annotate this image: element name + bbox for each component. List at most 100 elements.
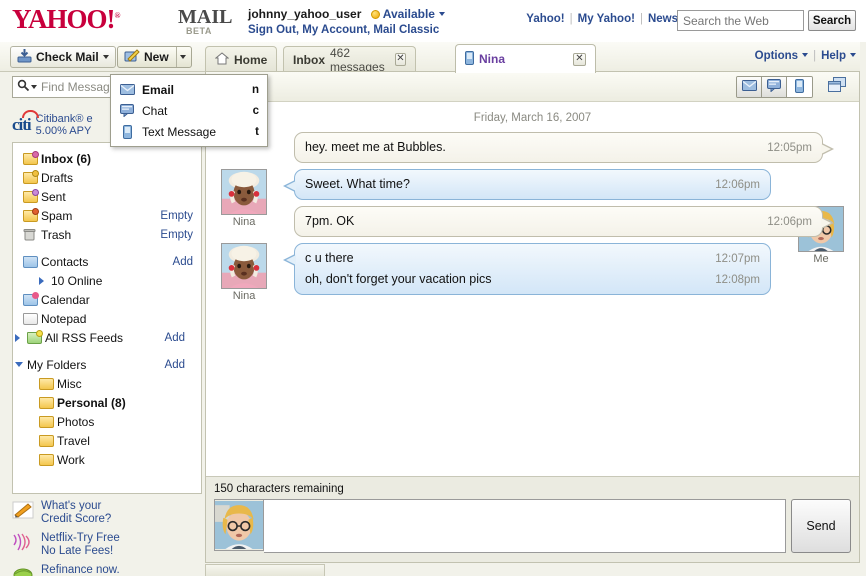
date-separator: Friday, March 16, 2007 (473, 112, 592, 124)
message-text: c u there (305, 251, 354, 265)
sidebar-item-photos[interactable]: Photos (13, 412, 201, 431)
yahoo-logo[interactable]: YAHOO!® (12, 6, 120, 33)
message-line: hey. meet me at Bubbles. 12:05pm (305, 138, 812, 157)
avatar-image (221, 243, 267, 289)
nav-divider: | (639, 13, 643, 25)
message-input[interactable] (264, 499, 786, 553)
account-links-label[interactable]: Sign Out, My Account, Mail Classic (248, 24, 439, 36)
sidebar-item-misc[interactable]: Misc (13, 374, 201, 393)
message-bubble-me: 7pm. OK 12:06pm (294, 206, 834, 237)
mode-chat-button[interactable] (762, 77, 787, 97)
collapse-arrow-icon[interactable] (15, 362, 27, 367)
web-search-input[interactable] (677, 10, 804, 31)
top-nav-links: Yahoo! | My Yahoo! | News (526, 13, 678, 25)
menu-item-text-message[interactable]: Text Message t (111, 121, 267, 142)
menu-item-text-message-label: Text Message (142, 124, 217, 139)
sidebar-item-notepad[interactable]: Notepad (13, 309, 201, 328)
sidebar-item-label: Trash (41, 227, 72, 242)
options-menu[interactable]: Options (755, 50, 798, 62)
expand-arrow-icon[interactable] (39, 276, 51, 285)
mode-email-button[interactable] (737, 77, 762, 97)
compose-pencil-icon (124, 48, 140, 66)
presence-menu[interactable]: Available (383, 7, 435, 21)
promo-line2[interactable]: No Late Fees! (41, 545, 113, 557)
sidebar-item-spam[interactable]: Spam Empty (13, 206, 201, 225)
check-mail-button[interactable]: Check Mail (10, 46, 116, 68)
promo-netflix[interactable]: Netflix-Try Free No Late Fees! (12, 532, 202, 558)
add-contact-link[interactable]: Add (173, 256, 193, 268)
nav-link-news[interactable]: News (648, 13, 678, 25)
citi-ad-line1: Citibank® e (35, 113, 93, 125)
sidebar-item-sent[interactable]: Sent (13, 187, 201, 206)
sidebar-item-online-buddies[interactable]: 10 Online (13, 271, 201, 290)
sidebar-item-label: Contacts (41, 254, 89, 269)
avatar-nina: Nina (218, 243, 270, 302)
tab-home[interactable]: Home (205, 46, 278, 72)
sidebar-item-drafts[interactable]: Drafts (13, 168, 201, 187)
chevron-down-icon[interactable] (102, 55, 109, 59)
message-row: Nina c u there 12:07pm oh, don't forget … (206, 243, 859, 302)
sidebar-item-label: Spam (41, 208, 73, 223)
tab-inbox-count: 462 messages (330, 45, 385, 74)
chevron-down-icon[interactable] (438, 12, 445, 16)
tab-nina[interactable]: Nina ✕ (455, 44, 596, 73)
sidebar-item-work[interactable]: Work (13, 450, 201, 469)
sidebar-item-trash[interactable]: Trash Empty (13, 225, 201, 244)
main-toolbar: Check Mail New (0, 42, 866, 72)
add-rss-link[interactable]: Add (165, 332, 185, 344)
empty-trash-link[interactable]: Empty (160, 229, 193, 241)
promo-refinance[interactable]: Refinance now. (12, 564, 202, 576)
tab-inbox-label: Inbox (293, 52, 325, 67)
bubble-tail-icon (283, 254, 296, 266)
sidebar-item-label: Travel (57, 433, 90, 448)
nav-link-my-yahoo[interactable]: My Yahoo! (578, 13, 635, 25)
spam-folder-icon (23, 207, 41, 222)
sidebar-item-contacts[interactable]: Contacts Add (13, 252, 201, 271)
promo-credit-score[interactable]: What's your Credit Score? (12, 500, 202, 526)
message-bubble-them: Sweet. What time? 12:06pm (283, 169, 771, 200)
message-composer: 150 characters remaining Send (206, 476, 859, 562)
sidebar-item-rss-feeds[interactable]: All RSS Feeds Add (13, 328, 201, 347)
chevron-down-icon[interactable] (802, 53, 809, 57)
leaf-icon (12, 564, 34, 576)
rss-icon (27, 329, 45, 344)
sidebar-item-inbox[interactable]: Inbox (6) (13, 149, 201, 168)
sidebar-item-my-folders[interactable]: My Folders Add (13, 355, 201, 374)
sidebar-item-calendar[interactable]: Calendar (13, 290, 201, 309)
menu-item-email[interactable]: Email n (111, 79, 267, 100)
new-button[interactable]: New (117, 46, 192, 68)
chat-bubble-icon (119, 104, 135, 117)
close-icon[interactable]: ✕ (573, 52, 586, 66)
help-menu[interactable]: Help (821, 50, 846, 62)
promo-line2[interactable]: Credit Score? (41, 513, 111, 525)
mode-text-message-button[interactable] (787, 77, 812, 97)
web-search-button[interactable]: Search (808, 10, 856, 31)
detach-window-button[interactable] (825, 76, 849, 96)
inbox-folder-icon (23, 150, 41, 165)
promo-line1[interactable]: What's your (41, 500, 101, 512)
sent-folder-icon (23, 188, 41, 203)
tab-inbox[interactable]: Inbox 462 messages ✕ (283, 45, 416, 74)
promo-line1[interactable]: Netflix-Try Free (41, 532, 120, 544)
add-folder-link[interactable]: Add (165, 359, 185, 371)
empty-spam-link[interactable]: Empty (160, 210, 193, 222)
beta-badge: BETA (186, 26, 212, 36)
chevron-down-icon[interactable] (850, 53, 856, 57)
new-dropdown-toggle[interactable] (175, 47, 190, 67)
menu-item-chat[interactable]: Chat c (111, 100, 267, 121)
chevron-down-icon[interactable] (31, 85, 37, 89)
nav-link-yahoo[interactable]: Yahoo! (526, 13, 564, 25)
drafts-folder-icon (23, 169, 41, 184)
expand-arrow-icon[interactable] (15, 333, 27, 342)
send-button[interactable]: Send (791, 499, 851, 553)
page-scroll-gutter[interactable] (860, 42, 866, 576)
sidebar-item-personal[interactable]: Personal (8) (13, 393, 201, 412)
sidebar-item-travel[interactable]: Travel (13, 431, 201, 450)
promo-line1[interactable]: Refinance now. (41, 564, 120, 576)
new-button-label: New (144, 50, 169, 64)
account-links[interactable]: Sign Out, My Account, Mail Classic (248, 24, 439, 36)
close-icon[interactable]: ✕ (395, 53, 406, 66)
chat-bubble-icon (767, 79, 781, 95)
message-line: c u there 12:07pm (305, 249, 760, 268)
